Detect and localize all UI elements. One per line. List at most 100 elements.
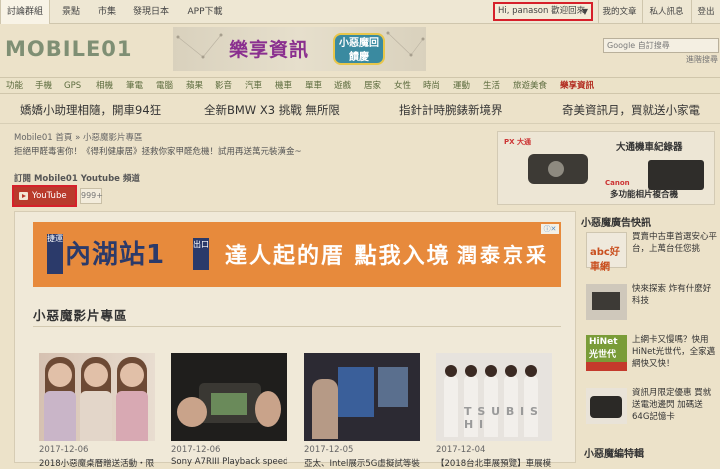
breadcrumb-separator: » — [75, 133, 81, 143]
tab-spots[interactable]: 景點 — [55, 0, 87, 24]
nav-item[interactable]: 單車 — [305, 78, 322, 94]
nav-item[interactable]: 運動 — [453, 78, 470, 94]
mrt-stamp: 捷運 — [47, 234, 63, 274]
abc-car-logo: abc好車網 — [586, 232, 627, 273]
dashcam-title: 大通機車紀錄器 — [616, 142, 683, 153]
video-card[interactable]: 2017-12-06 Sony A7RIII Playback speed — [171, 353, 287, 467]
video-card[interactable]: 2017-12-05 亞太、Intel展示5G虛擬試等裝 — [304, 353, 420, 469]
tab-japan[interactable]: 發現日本 — [128, 0, 174, 24]
nav-item[interactable]: 手機 — [35, 78, 52, 94]
nav-item[interactable]: 蘋果 — [186, 78, 203, 94]
headline-link[interactable]: 指針計時腕錶新境界 — [399, 102, 503, 118]
sidebar-ad-text[interactable]: 買賣中古車首選安心平台，上萬台任您挑 — [632, 231, 718, 255]
youtube-subscribe-button[interactable]: YouTube — [12, 185, 77, 207]
video-title[interactable]: Sony A7RIII Playback speed — [171, 457, 287, 467]
brand-px-label: PX 大通 — [504, 138, 531, 146]
ad-choices-icon[interactable]: ⓘ✕ — [541, 224, 559, 234]
youtube-icon — [19, 192, 28, 200]
advanced-search-link[interactable]: 進階搜尋 — [686, 54, 718, 65]
main-panel: 捷運 內湖站1 出口 達人起的厝 點我入境 潤泰京采 ⓘ✕ 小惡魔影片專區 20… — [14, 211, 576, 469]
section-divider — [33, 326, 561, 327]
tab-app-download[interactable]: APP下載 — [181, 0, 229, 24]
caret-down-icon: ▼ — [581, 7, 588, 16]
sidebar-ad-text[interactable]: 快來探索 炸有什麼好科技 — [632, 283, 718, 307]
my-posts-link[interactable]: 我的文章 — [598, 0, 640, 24]
video-date: 2017-12-05 — [304, 445, 354, 455]
headline-link[interactable]: 奇美資訊月，買就送小家電 — [562, 102, 700, 118]
video-thumbnail — [171, 353, 287, 441]
video-card[interactable]: T S U B I S H I 2017-12-04 【2018台北車展預覽】車… — [436, 353, 552, 469]
nav-item[interactable]: 電腦 — [156, 78, 173, 94]
hinet-logo: HiNet 光世代 — [586, 335, 627, 371]
ad-exit: 出口 — [193, 238, 209, 270]
nav-item[interactable]: 相機 — [96, 78, 113, 94]
section-title: 小惡魔影片專區 — [33, 308, 128, 323]
video-thumbnail — [39, 353, 155, 441]
sidebar-ad-item[interactable]: 快來探索 炸有什麼好科技 — [586, 282, 716, 322]
logout-link[interactable]: 登出 — [691, 0, 720, 24]
sidebar-ad-text[interactable]: 資訊月限定優惠 買就送電池邊閃 加碼送64G記憶卡 — [632, 387, 718, 423]
headline-link[interactable]: 全新BMW X3 挑戰 無所限 — [204, 102, 340, 118]
sidebar-ad-item[interactable]: 資訊月限定優惠 買就送電池邊閃 加碼送64G記憶卡 — [586, 386, 716, 426]
tab-market[interactable]: 市集 — [91, 0, 123, 24]
right-banner-ad[interactable]: PX 大通 大通機車紀錄器 Canon 多功能相片複合機 — [497, 131, 715, 205]
banner-title: 樂享資訊 — [229, 39, 310, 61]
tab-forum[interactable]: 討論群組 — [0, 0, 50, 24]
breadcrumb: Mobile01 首頁 » 小惡魔影片專區 — [14, 131, 143, 143]
nav-item[interactable]: 生活 — [483, 78, 500, 94]
sidebar-blog-title: 小惡魔編特輯 — [584, 449, 644, 460]
video-watermark: T S U B I S H I — [464, 405, 539, 431]
nav-item[interactable]: 旅遊美食 — [513, 78, 547, 94]
headline-row: 嬌嬌小助理相隨，開車94狂 全新BMW X3 挑戰 無所限 指針計時腕錶新境界 … — [0, 98, 720, 124]
ad-slogan: 達人起的厝 點我入境 — [225, 244, 451, 269]
youtube-button-label: YouTube — [32, 191, 67, 201]
laptop-image — [586, 284, 627, 320]
nav-item[interactable]: 功能 — [6, 78, 23, 94]
video-date: 2017-12-04 — [436, 445, 486, 455]
nav-item[interactable]: 筆電 — [126, 78, 143, 94]
realestate-ad-banner[interactable]: 捷運 內湖站1 出口 達人起的厝 點我入境 潤泰京采 ⓘ✕ — [33, 222, 561, 287]
brand-canon-label: Canon — [605, 179, 630, 187]
printer-title: 多功能相片複合機 — [610, 190, 679, 200]
ad-brand: 潤泰京采 — [457, 243, 549, 267]
video-card[interactable]: 2017-12-06 2018小惡魔桌曆贈送活動・限 — [39, 353, 155, 469]
subscriber-count: 999+ — [80, 188, 103, 204]
ad-station: 內湖站1 — [65, 240, 166, 270]
video-title[interactable]: 亞太、Intel展示5G虛擬試等裝 — [304, 457, 420, 469]
dashcam-image — [528, 154, 588, 184]
sidebar-ad-item[interactable]: HiNet 光世代 上網卡又慢嗎？快用HiNet光世代，全家邁網快又快！ — [586, 333, 716, 373]
user-greeting: Hi, panason 歡迎回來 — [498, 6, 586, 16]
breadcrumb-home[interactable]: Mobile01 首頁 — [14, 133, 72, 143]
sidebar-ad-item[interactable]: abc好車網 買賣中古車首選安心平台，上萬台任您挑 — [586, 230, 718, 273]
site-logo[interactable]: MOBILE01 — [5, 36, 170, 62]
header-banner-ad[interactable]: 樂享資訊 小惡魔回饋慶 — [173, 27, 426, 71]
user-menu[interactable]: Hi, panason 歡迎回來 ▼ — [493, 2, 593, 21]
video-date: 2017-12-06 — [39, 445, 89, 455]
category-nav: 功能 手機 GPS 相機 筆電 電腦 蘋果 影音 汽車 機車 單車 遊戲 居家 … — [0, 77, 720, 94]
sidebar-ad-text[interactable]: 上網卡又慢嗎？快用HiNet光世代，全家邁網快又快！ — [632, 334, 718, 370]
camera-image — [586, 388, 627, 424]
headline-link[interactable]: 嬌嬌小助理相隨，開車94狂 — [20, 102, 161, 118]
printer-image — [648, 160, 704, 190]
nav-item[interactable]: 女性 — [394, 78, 411, 94]
nav-item[interactable]: 遊戲 — [334, 78, 351, 94]
nav-item[interactable]: 影音 — [215, 78, 232, 94]
banner-badge: 小惡魔回饋慶 — [333, 33, 385, 65]
nav-item[interactable]: 機車 — [275, 78, 292, 94]
subscribe-title: 訂閱 Mobile01 Youtube 頻道 — [14, 174, 140, 184]
private-messages-link[interactable]: 私人訊息 — [642, 0, 690, 24]
nav-item[interactable]: 汽車 — [245, 78, 262, 94]
breadcrumb-current[interactable]: 小惡魔影片專區 — [83, 133, 143, 143]
nav-item[interactable]: 時尚 — [423, 78, 440, 94]
video-title[interactable]: 【2018台北車展預覽】車展模 — [436, 457, 552, 469]
search-input[interactable]: Google 自訂搜尋 — [603, 38, 719, 53]
video-thumbnail — [304, 353, 420, 441]
nav-item[interactable]: 居家 — [364, 78, 381, 94]
top-bar: 討論群組 景點 市集 發現日本 APP下載 Hi, panason 歡迎回來 ▼… — [0, 0, 720, 24]
video-date: 2017-12-06 — [171, 445, 221, 455]
video-title[interactable]: 2018小惡魔桌曆贈送活動・限 — [39, 457, 155, 469]
video-thumbnail: T S U B I S H I — [436, 353, 552, 441]
nav-item-highlight[interactable]: 樂享資訊 — [560, 78, 594, 94]
nav-item[interactable]: GPS — [64, 78, 81, 94]
notice-link[interactable]: 拒絕甲醛毒害你！《得利健康居》拯救你家甲醛危機！試用再送萬元裝潢金~ — [14, 145, 302, 157]
